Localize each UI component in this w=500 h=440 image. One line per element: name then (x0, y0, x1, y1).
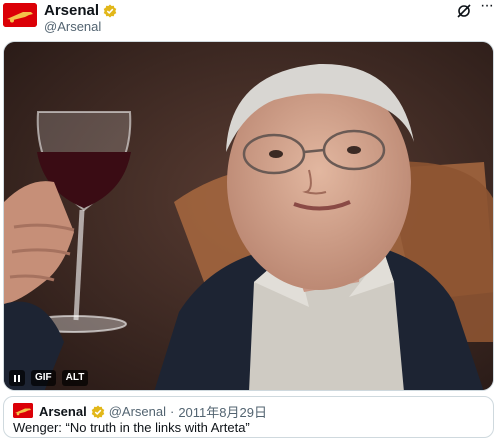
pause-icon[interactable] (9, 370, 25, 386)
author-handle[interactable]: @Arsenal (44, 19, 101, 34)
quoted-post[interactable]: Arsenal @Arsenal · 2011年8月29日 Wenger: “N… (3, 396, 494, 438)
post-header: Arsenal @Arsenal ··· (0, 0, 500, 40)
quote-separator: · (169, 404, 175, 419)
gif-media[interactable] (3, 41, 494, 391)
quote-handle[interactable]: @Arsenal (109, 404, 166, 419)
quote-verified-badge-icon (91, 405, 105, 419)
quote-display-name[interactable]: Arsenal (39, 404, 87, 419)
grok-icon[interactable] (456, 3, 472, 19)
verified-badge-icon (103, 4, 117, 18)
avatar[interactable] (3, 3, 37, 27)
quote-date[interactable]: 2011年8月29日 (178, 402, 267, 421)
alt-button[interactable]: ALT (61, 370, 89, 386)
author-display-name[interactable]: Arsenal (44, 2, 99, 19)
author-name-row: Arsenal (44, 2, 117, 19)
quote-avatar[interactable] (13, 403, 33, 418)
quote-text: Wenger: “No truth in the links with Arte… (13, 420, 250, 435)
quote-author-row: Arsenal @Arsenal · 2011年8月29日 (39, 402, 267, 421)
more-icon[interactable]: ··· (480, 0, 496, 16)
gif-controls: GIF ALT (9, 368, 89, 388)
gif-badge: GIF (31, 370, 56, 386)
